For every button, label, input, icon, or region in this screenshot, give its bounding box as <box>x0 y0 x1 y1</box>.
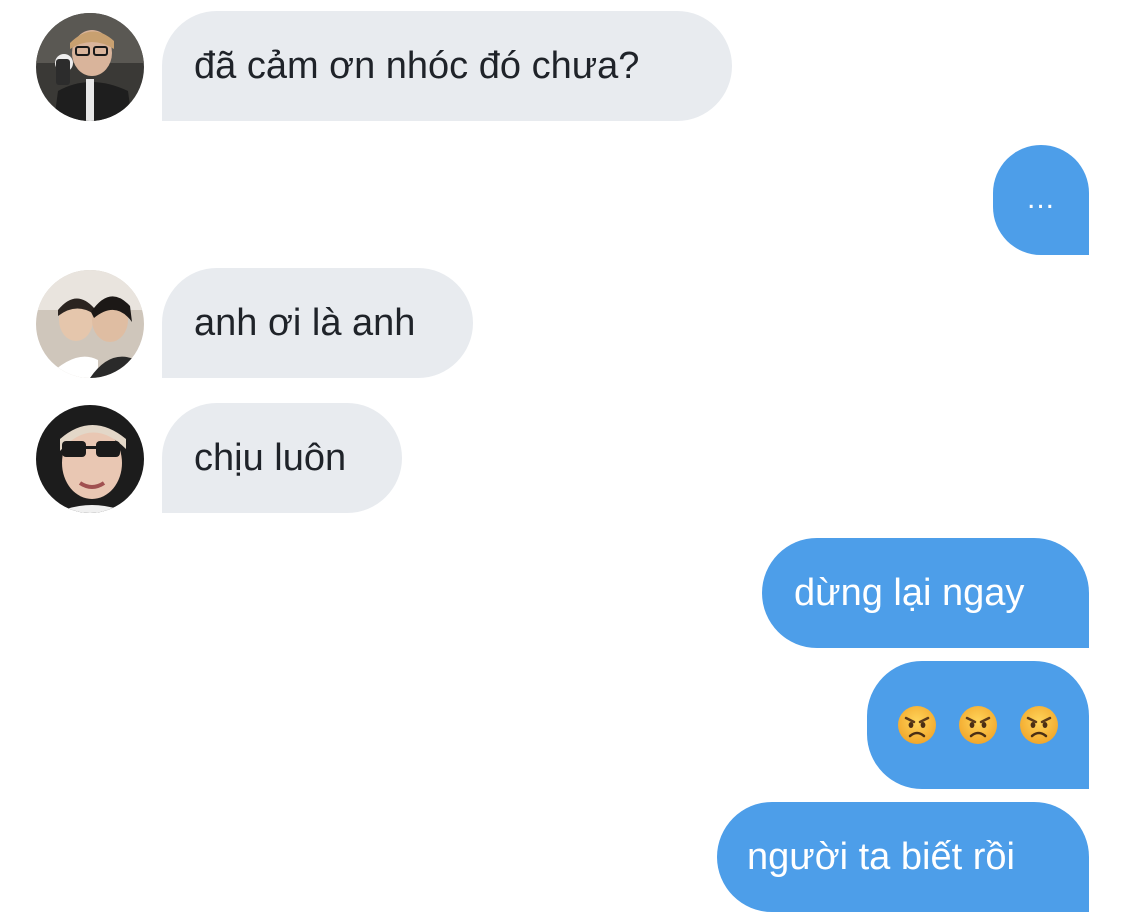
message-bubble-outgoing[interactable]: ... <box>993 145 1089 255</box>
avatar-glasses-selfie-icon[interactable] <box>36 13 144 121</box>
message-bubble-incoming[interactable]: đã cảm ơn nhóc đó chưa? <box>162 11 732 121</box>
angry-face-icon <box>898 706 936 744</box>
message-text: ... <box>1026 182 1055 215</box>
message-bubble-incoming[interactable]: anh ơi là anh <box>162 268 473 378</box>
avatar-sunglasses-icon[interactable] <box>36 405 144 513</box>
message-bubble-incoming[interactable]: chịu luôn <box>162 403 402 513</box>
angry-face-icon <box>959 706 997 744</box>
message-bubble-outgoing[interactable]: người ta biết rồi <box>717 802 1089 912</box>
message-bubble-outgoing[interactable]: dừng lại ngay <box>762 538 1089 648</box>
message-text: đã cảm ơn nhóc đó chưa? <box>194 45 640 87</box>
message-text: người ta biết rồi <box>747 836 1015 878</box>
message-bubble-outgoing-emoji[interactable] <box>867 661 1089 789</box>
message-text: chịu luôn <box>194 437 347 479</box>
avatar-two-people-icon[interactable] <box>36 270 144 378</box>
angry-face-icon <box>1020 706 1058 744</box>
message-text: anh ơi là anh <box>194 302 416 344</box>
message-text: dừng lại ngay <box>794 572 1025 614</box>
